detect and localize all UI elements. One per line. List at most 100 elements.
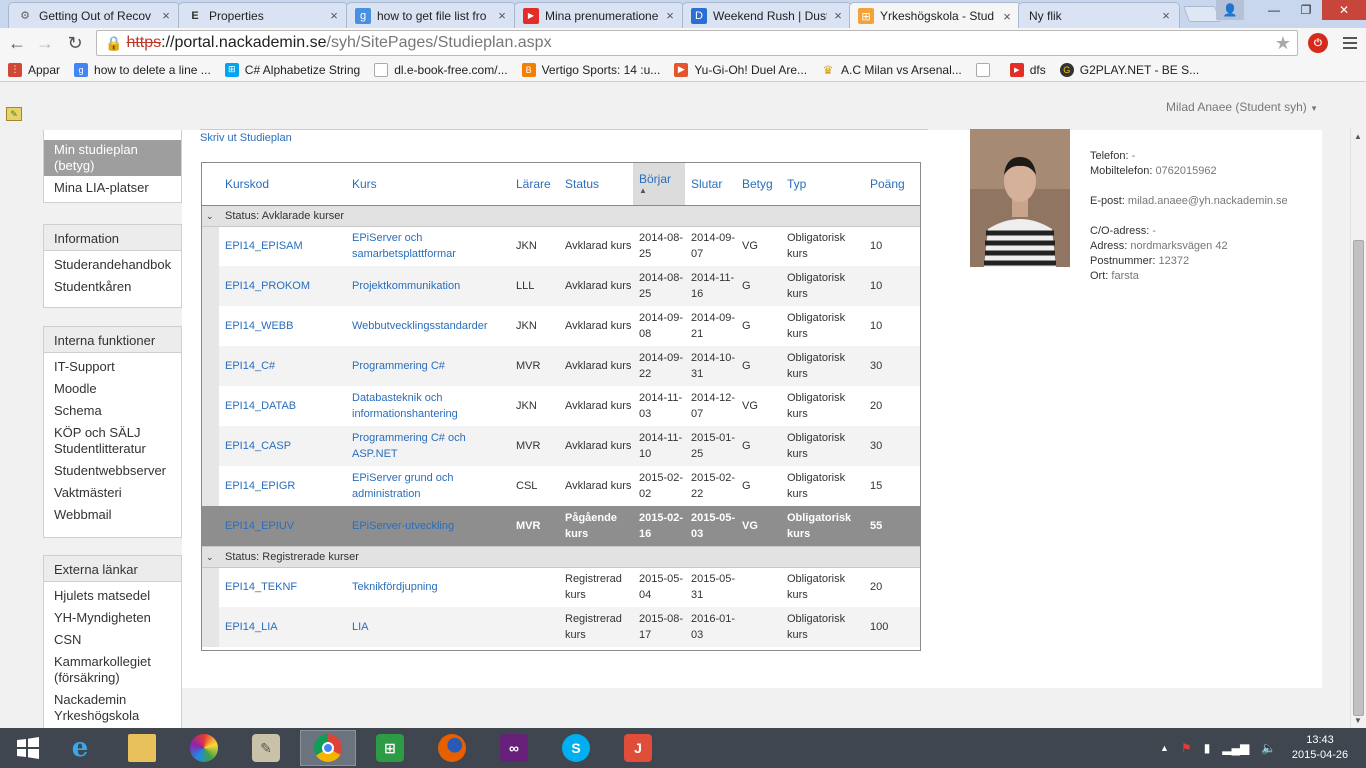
bookmark-g2play[interactable]: G G2PLAY.NET - BE S... — [1059, 62, 1199, 77]
table-row[interactable]: EPI14_TEKNF Teknikfördjupning Registrerad … — [202, 567, 920, 607]
sidebar-item-studentkaren[interactable]: Studentkåren — [54, 279, 181, 295]
table-row[interactable]: EPI14_EPISAM EPiServer och samarbetsplatt… — [202, 226, 920, 266]
sidebar-item-vaktmasteri[interactable]: Vaktmästeri — [54, 485, 181, 501]
group-row[interactable]: ⌄ Status: Avklarade kurser — [202, 204, 920, 227]
bookmark-alphabetize[interactable]: ⊞ C# Alphabetize String — [224, 62, 360, 77]
page-scrollbar[interactable]: ▲ ▼ — [1350, 128, 1366, 728]
close-icon[interactable]: × — [1000, 9, 1014, 24]
sidebar-item-lia[interactable]: Mina LIA-platser — [54, 180, 181, 196]
cell-course[interactable]: EPiServer-utveckling — [346, 506, 510, 546]
insecure-lock-icon[interactable]: 🔒 — [105, 35, 122, 52]
column-header-betyg[interactable]: Betyg — [736, 163, 781, 206]
profile-icon[interactable]: 👤 — [1216, 0, 1244, 20]
edit-page-icon[interactable]: ✎ — [6, 107, 22, 121]
back-button[interactable]: ← — [6, 32, 28, 54]
sidebar-item-webbmail[interactable]: Webbmail — [54, 507, 181, 523]
chevron-down-icon[interactable]: ⌄ — [202, 204, 219, 227]
close-window-button[interactable]: ✕ — [1322, 0, 1366, 20]
cell-course[interactable]: EPiServer grund och administration — [346, 466, 510, 506]
close-icon[interactable]: × — [159, 8, 173, 23]
taskbar-notepad[interactable]: ✎ — [238, 730, 294, 766]
table-row[interactable]: EPI14_EPIGR EPiServer grund och administr… — [202, 466, 920, 506]
cell-code[interactable]: EPI14_C# — [219, 346, 346, 386]
sidebar-item-studerandehandbok[interactable]: Studerandehandbok — [54, 257, 181, 273]
bookmark-star-icon[interactable]: ★ — [1275, 33, 1291, 54]
column-header-slutar[interactable]: Slutar — [685, 163, 736, 206]
cell-course[interactable]: Webbutvecklingsstandarder — [346, 306, 510, 346]
cell-code[interactable]: EPI14_LIA — [219, 607, 346, 647]
address-bar[interactable]: 🔒 https ://portal.nackademin.se /syh/Sit… — [96, 30, 1298, 56]
table-row[interactable]: EPI14_LIA LIA Registrerad kurs 2015-08-17 20… — [202, 607, 920, 647]
sidebar-item-kop-salj[interactable]: KÖP och SÄLJ Studentlitteratur — [54, 425, 181, 457]
close-icon[interactable]: × — [495, 8, 509, 23]
table-row[interactable]: EPI14_DATAB Databasteknik och information… — [202, 386, 920, 426]
table-row[interactable]: EPI14_EPIUV EPiServer-utveckling MVR Pågåen… — [202, 506, 920, 546]
bookmark-delete-line[interactable]: g how to delete a line ... — [74, 62, 211, 77]
bookmark-yugioh[interactable]: ▶ Yu-Gi-Oh! Duel Are... — [674, 62, 807, 77]
table-row[interactable]: EPI14_PROKOM Projektkommunikation LLL Avkla… — [202, 266, 920, 306]
forward-button[interactable]: → — [34, 32, 56, 54]
table-row[interactable]: EPI14_C# Programmering C# MVR Avklarad kurs… — [202, 346, 920, 386]
extension-icon[interactable]: ⏻ — [1308, 33, 1328, 53]
taskbar-visual-studio[interactable]: ∞ — [486, 730, 542, 766]
tab-file-list[interactable]: g how to get file list fro × — [346, 2, 516, 28]
cell-code[interactable]: EPI14_EPISAM — [219, 226, 346, 266]
taskbar-ie[interactable]: e — [52, 730, 108, 766]
tray-expand-icon[interactable]: ▲ — [1160, 743, 1169, 753]
taskbar-chrome[interactable] — [300, 730, 356, 766]
close-icon[interactable]: × — [327, 8, 341, 23]
taskbar-skype[interactable]: S — [548, 730, 604, 766]
sidebar-item-nackademin[interactable]: Nackademin Yrkeshögskola — [54, 692, 181, 724]
taskbar-office[interactable]: ⊞ — [362, 730, 418, 766]
sidebar-item-studieplan[interactable]: Min studieplan (betyg) — [44, 140, 181, 176]
maximize-button[interactable]: ❐ — [1290, 0, 1322, 20]
column-header-poang[interactable]: Poäng — [864, 163, 920, 206]
cell-course[interactable]: Programmering C# — [346, 346, 510, 386]
cell-course[interactable]: Programmering C# och ASP.NET — [346, 426, 510, 466]
taskbar-picasa[interactable] — [176, 730, 232, 766]
user-menu[interactable]: Milad Anaee (Student syh) ▼ — [1166, 100, 1318, 114]
sidebar-item-studentwebbserver[interactable]: Studentwebbserver — [54, 463, 181, 479]
close-icon[interactable]: × — [663, 8, 677, 23]
cell-course[interactable]: EPiServer och samarbetsplattformar — [346, 226, 510, 266]
close-icon[interactable]: × — [1159, 8, 1173, 23]
column-header-larare[interactable]: Lärare — [510, 163, 559, 206]
reload-button[interactable]: ↻ — [64, 32, 86, 54]
cell-course[interactable]: Teknikfördjupning — [346, 567, 510, 607]
volume-icon[interactable]: 🔈 — [1261, 741, 1276, 755]
column-header-kurskod[interactable]: Kurskod — [219, 163, 346, 206]
table-row[interactable]: EPI14_WEBB Webbutvecklingsstandarder JKN Av… — [202, 306, 920, 346]
taskbar-firefox[interactable] — [424, 730, 480, 766]
column-header-typ[interactable]: Typ — [781, 163, 864, 206]
sidebar-item-csn[interactable]: CSN — [54, 632, 181, 648]
tab-properties[interactable]: E Properties × — [178, 2, 348, 28]
chrome-menu-icon[interactable] — [1340, 32, 1360, 54]
bookmark-dfs[interactable]: ▶ dfs — [1009, 62, 1046, 77]
sidebar-item-yh-myndigheten[interactable]: YH-Myndigheten — [54, 610, 181, 626]
print-studyplan-link[interactable]: Skriv ut Studieplan — [200, 132, 292, 144]
close-icon[interactable]: × — [831, 8, 845, 23]
cell-code[interactable]: EPI14_DATAB — [219, 386, 346, 426]
scroll-thumb[interactable] — [1353, 240, 1364, 716]
tab-weekend-rush[interactable]: D Weekend Rush | Dust × — [682, 2, 852, 28]
scroll-down-icon[interactable]: ▼ — [1354, 716, 1362, 725]
cell-course[interactable]: LIA — [346, 607, 510, 647]
sidebar-item-schema[interactable]: Schema — [54, 403, 181, 419]
table-row[interactable]: EPI14_CASP Programmering C# och ASP.NET MV… — [202, 426, 920, 466]
cell-code[interactable]: EPI14_PROKOM — [219, 266, 346, 306]
cell-course[interactable]: Projektkommunikation — [346, 266, 510, 306]
network-icon[interactable]: ▂▄▆ — [1222, 741, 1249, 755]
battery-icon[interactable]: ▮ — [1204, 741, 1211, 755]
sidebar-item-moodle[interactable]: Moodle — [54, 381, 181, 397]
start-button[interactable] — [0, 730, 56, 766]
taskbar-explorer[interactable] — [114, 730, 170, 766]
taskbar-yh-app[interactable]: J — [610, 730, 666, 766]
cell-code[interactable]: EPI14_TEKNF — [219, 567, 346, 607]
bookmark-blank[interactable] — [975, 62, 996, 77]
tab-ny-flik[interactable]: Ny flik × — [1018, 2, 1180, 28]
sidebar-item-kammarkollegiet[interactable]: Kammarkollegiet (försäkring) — [54, 654, 181, 686]
minimize-button[interactable]: — — [1258, 0, 1290, 20]
bookmark-appar[interactable]: ⋮ Appar — [8, 62, 60, 77]
cell-code[interactable]: EPI14_EPIGR — [219, 466, 346, 506]
column-header-kurs[interactable]: Kurs — [346, 163, 510, 206]
